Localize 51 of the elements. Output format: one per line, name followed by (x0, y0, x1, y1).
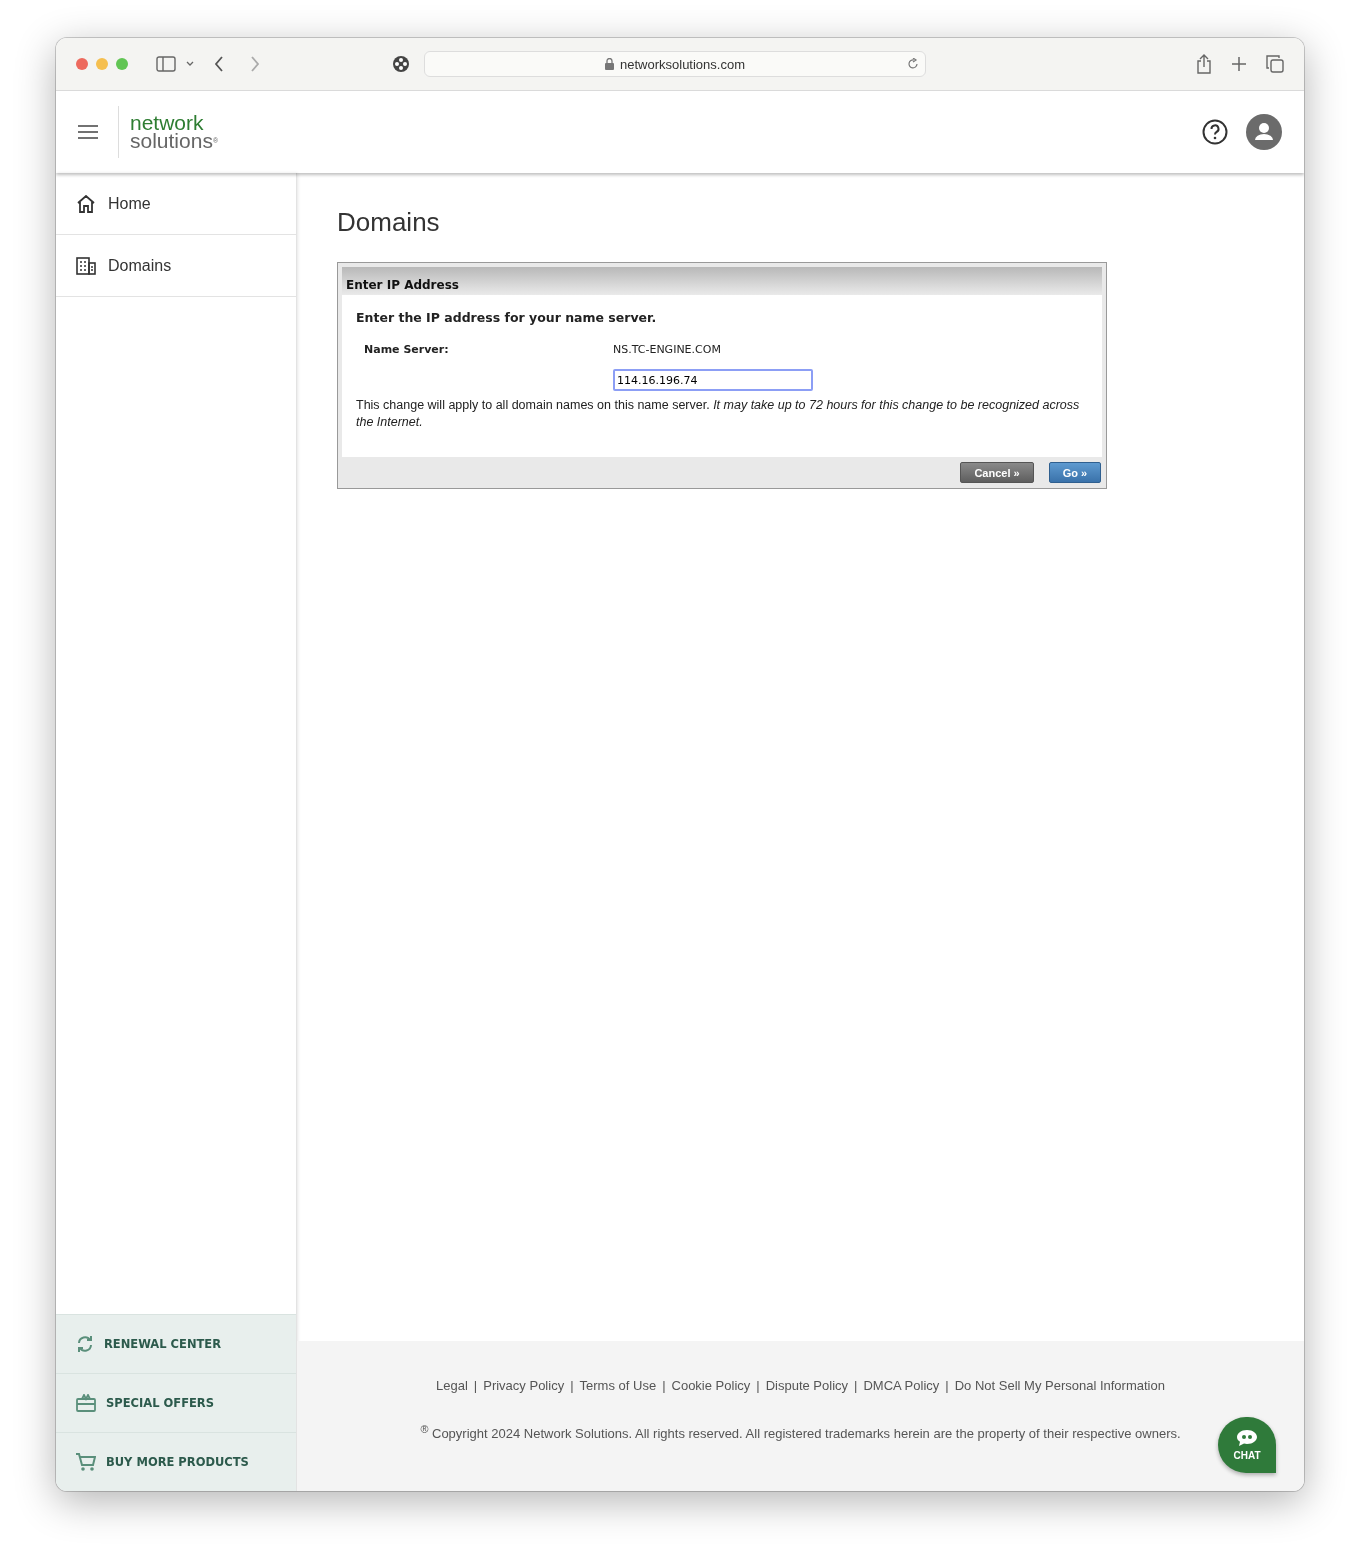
share-icon[interactable] (1196, 54, 1212, 74)
footer-link[interactable]: Privacy Policy (483, 1378, 565, 1393)
building-icon (76, 256, 96, 275)
sidebar-icon[interactable] (156, 56, 176, 72)
separator: | (570, 1378, 574, 1393)
instruction-text: Enter the IP address for your name server. (356, 310, 658, 325)
separator: | (854, 1378, 858, 1393)
logo-text: solutions (130, 132, 213, 150)
footer-link[interactable]: Dispute Policy (765, 1378, 849, 1393)
ip-address-field[interactable]: 114.16.196.74 (613, 369, 813, 391)
footer-link[interactable]: Cookie Policy (671, 1378, 751, 1393)
cancel-button[interactable]: Cancel » (960, 462, 1034, 483)
refresh-icon (76, 1334, 94, 1354)
reload-icon[interactable] (907, 58, 919, 70)
new-tab-icon[interactable] (1232, 57, 1246, 71)
lock-icon (605, 58, 614, 70)
separator: | (662, 1378, 666, 1393)
page-title: Domains (337, 207, 441, 238)
chevron-down-icon[interactable] (186, 61, 194, 67)
separator: | (945, 1378, 949, 1393)
name-server-value: NS.TC-ENGINE.COM (613, 343, 721, 356)
logo-text: network (130, 114, 204, 132)
chat-button[interactable]: CHAT (1218, 1417, 1276, 1473)
extension-icon[interactable] (392, 55, 410, 73)
chat-bubble-icon (1236, 1429, 1258, 1447)
sidebar-link[interactable]: SPECIAL OFFERS (56, 1373, 296, 1432)
home-icon (76, 194, 96, 213)
separator: | (756, 1378, 760, 1393)
footer-link[interactable]: DMCA Policy (863, 1378, 940, 1393)
sidebar-item[interactable]: Domains (56, 235, 296, 297)
gift-icon (76, 1394, 96, 1412)
note-text: This change will apply to all domain names on this name server. It may take up to 72 hours for this change to be recognized across the Internet. (356, 397, 1081, 431)
menu-icon[interactable] (78, 125, 98, 139)
field-label: Name Server: (364, 343, 450, 356)
footer-link[interactable]: Do Not Sell My Personal Information (954, 1378, 1165, 1393)
help-icon[interactable] (1202, 119, 1228, 145)
go-button[interactable]: Go » (1049, 462, 1101, 483)
sidebar-item[interactable]: Home (56, 173, 296, 235)
close-window-button[interactable] (76, 58, 88, 70)
sidebar-link[interactable]: BUY MORE PRODUCTS (56, 1432, 296, 1491)
footer-link[interactable]: Legal (436, 1378, 468, 1393)
cart-icon (76, 1452, 96, 1472)
dialog-title: Enter IP Address (342, 267, 1102, 295)
address-bar[interactable]: networksolutions.com (424, 51, 926, 77)
sidebar-link[interactable]: RENEWAL CENTER (56, 1314, 296, 1373)
tabs-overview-icon[interactable] (1266, 55, 1284, 73)
back-icon[interactable] (214, 56, 224, 72)
separator: | (473, 1378, 478, 1393)
avatar-icon[interactable] (1246, 114, 1282, 150)
copyright-text: $^{®}$ Copyright 2024 Network Solutions. All rights reserved. All registered trademarks herein are the property of their respective owners. (420, 1423, 1181, 1442)
footer-link[interactable]: Terms of Use (579, 1378, 657, 1393)
